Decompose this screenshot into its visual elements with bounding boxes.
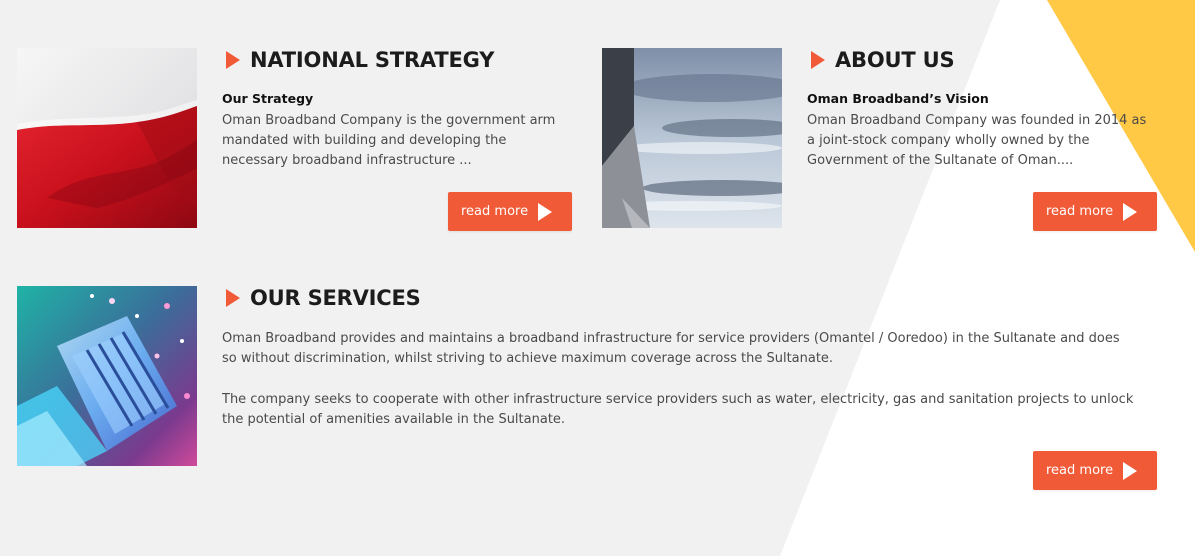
play-arrow-icon: [538, 202, 552, 221]
about-us-heading: ABOUT US: [811, 48, 955, 72]
national-strategy-body: Oman Broadband Company is the government…: [222, 113, 556, 168]
national-strategy-heading: NATIONAL STRATEGY: [226, 48, 494, 72]
play-arrow-icon: [1123, 202, 1137, 221]
our-services-paragraph-1: Oman Broadband provides and maintains a …: [222, 331, 1120, 366]
play-triangle-icon: [811, 51, 825, 69]
fiber-cable-image: [17, 286, 197, 466]
about-us-read-more-button[interactable]: read more: [1033, 192, 1157, 231]
our-services-title: OUR SERVICES: [250, 286, 421, 310]
sky-image: [602, 48, 782, 228]
read-more-label: read more: [1046, 463, 1114, 478]
our-services-read-more-button[interactable]: read more: [1033, 451, 1157, 490]
play-arrow-icon: [1123, 461, 1137, 480]
read-more-label: read more: [1046, 204, 1114, 219]
about-us-image: [602, 48, 782, 228]
our-services-image: [17, 286, 197, 466]
national-strategy-image: [17, 48, 197, 228]
read-more-label: read more: [461, 204, 529, 219]
our-services-paragraph-2: The company seeks to cooperate with othe…: [222, 392, 1134, 427]
our-services-heading: OUR SERVICES: [226, 286, 421, 310]
national-strategy-read-more-button[interactable]: read more: [448, 192, 572, 231]
flag-image: [17, 48, 197, 228]
about-us-subheading: Oman Broadband’s Vision: [807, 91, 989, 106]
national-strategy-title: NATIONAL STRATEGY: [250, 48, 495, 72]
about-us-title: ABOUT US: [835, 48, 955, 72]
play-triangle-icon: [226, 51, 240, 69]
national-strategy-subheading: Our Strategy: [222, 91, 314, 106]
about-us-body: Oman Broadband Company was founded in 20…: [807, 113, 1147, 168]
play-triangle-icon: [226, 289, 240, 307]
